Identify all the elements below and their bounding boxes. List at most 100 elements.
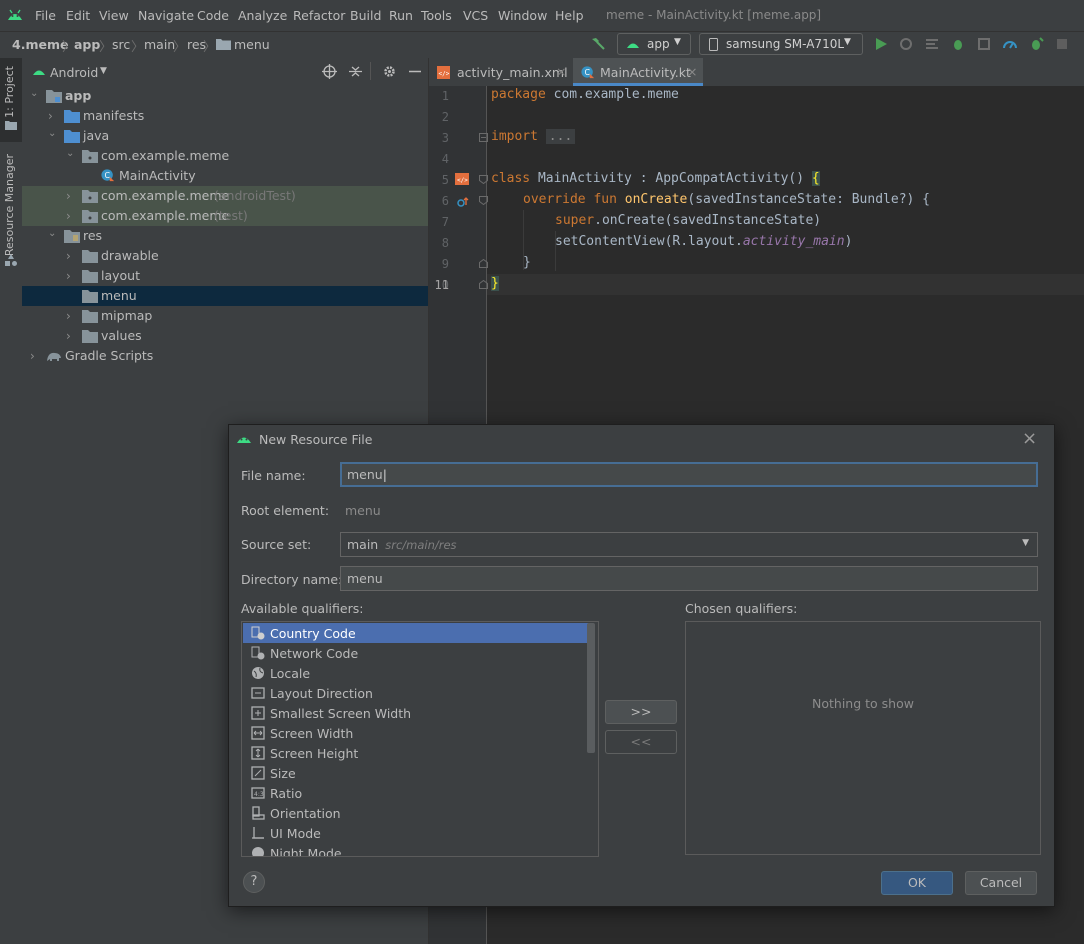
collapse-all-icon[interactable] (348, 64, 363, 79)
locate-target-icon[interactable] (322, 64, 337, 79)
menu-view[interactable]: View (99, 8, 129, 23)
gear-icon[interactable] (382, 64, 397, 79)
tree-item-app[interactable]: ⌄ app (22, 86, 428, 106)
qualifier-locale[interactable]: Locale (243, 663, 589, 683)
tree-item-res[interactable]: ⌄ res (22, 226, 428, 246)
menu-edit[interactable]: Edit (66, 8, 90, 23)
tree-item-package-test[interactable]: › com.example.meme (test) (22, 206, 428, 226)
tree-item-package-androidtest[interactable]: › com.example.meme (androidTest) (22, 186, 428, 206)
menu-build[interactable]: Build (350, 8, 381, 23)
qualifier-size[interactable]: Size (243, 763, 589, 783)
tree-item-mipmap[interactable]: › mipmap (22, 306, 428, 326)
tree-item-layout[interactable]: › layout (22, 266, 428, 286)
tree-item-mainactivity[interactable]: C MainActivity (22, 166, 428, 186)
qualifier-network-code[interactable]: Network Code (243, 643, 589, 663)
qualifier-ratio[interactable]: 4:3 Ratio (243, 783, 589, 803)
folded-imports[interactable]: ... (545, 129, 576, 144)
menu-tools[interactable]: Tools (421, 8, 452, 23)
tree-item-gradle-scripts[interactable]: › Gradle Scripts (22, 346, 428, 366)
tree-item-drawable[interactable]: › drawable (22, 246, 428, 266)
fold-icon[interactable] (479, 196, 488, 205)
menu-code[interactable]: Code (197, 8, 229, 23)
fold-icon[interactable] (479, 259, 488, 268)
layout-gutter-icon[interactable]: </> (455, 173, 469, 185)
menu-file[interactable]: File (35, 8, 56, 23)
help-button[interactable]: ? (243, 871, 265, 893)
apply-changes-icon[interactable] (898, 36, 914, 52)
menu-refactor[interactable]: Refactor (293, 8, 345, 23)
tree-item-manifests[interactable]: › manifests (22, 106, 428, 126)
menu-vcs[interactable]: VCS (463, 8, 488, 23)
line-number: 9 (441, 257, 449, 271)
profiler-icon[interactable] (1002, 36, 1018, 52)
stop-icon[interactable] (1054, 36, 1070, 52)
run-config-select[interactable]: app ▼ (617, 33, 691, 55)
close-icon[interactable]: × (687, 64, 697, 79)
menu-run[interactable]: Run (389, 8, 413, 23)
fold-icon[interactable] (479, 280, 488, 289)
apply-code-changes-icon[interactable] (924, 36, 940, 52)
tab-activity-main-xml[interactable]: </> activity_main.xml × (429, 58, 573, 86)
qualifier-ui-mode[interactable]: UI Mode (243, 823, 589, 843)
chevron-right-icon[interactable]: › (66, 329, 76, 343)
menu-help[interactable]: Help (555, 8, 584, 23)
chevron-right-icon[interactable]: › (66, 309, 76, 323)
fold-icon[interactable] (479, 133, 488, 142)
ok-button[interactable]: OK (881, 871, 953, 895)
tree-item-values[interactable]: › values (22, 326, 428, 346)
tab-mainactivity-kt[interactable]: C MainActivity.kt × (573, 58, 703, 86)
breadcrumb-src[interactable]: src (112, 37, 130, 52)
menu-navigate[interactable]: Navigate (138, 8, 194, 23)
close-icon[interactable]: × (556, 64, 566, 79)
chevron-down-icon[interactable]: ▼ (100, 66, 107, 76)
close-icon[interactable]: × (1022, 428, 1037, 449)
device-select[interactable]: samsung SM-A710L ▼ (699, 33, 863, 55)
minimize-icon[interactable] (408, 64, 422, 79)
qualifier-smallest-screen-width[interactable]: Smallest Screen Width (243, 703, 589, 723)
directory-name-field[interactable]: menu (340, 566, 1038, 591)
remove-qualifier-button[interactable]: << (605, 730, 677, 754)
chevron-right-icon[interactable]: › (66, 209, 76, 223)
qualifier-screen-height[interactable]: Screen Height (243, 743, 589, 763)
chevron-right-icon[interactable]: › (66, 269, 76, 283)
chevron-down-icon[interactable]: ⌄ (30, 88, 40, 100)
list-scrollbar[interactable] (587, 623, 595, 753)
breadcrumb-menu[interactable]: menu (234, 37, 270, 52)
qualifier-screen-width[interactable]: Screen Width (243, 723, 589, 743)
add-qualifier-button[interactable]: >> (605, 700, 677, 724)
tree-item-package[interactable]: ⌄ com.example.meme (22, 146, 428, 166)
resource-manager-tool-tab[interactable]: Resource Manager (0, 150, 22, 270)
fold-icon[interactable] (479, 175, 488, 184)
coverage-icon[interactable] (976, 36, 992, 52)
cancel-button[interactable]: Cancel (965, 871, 1037, 895)
menu-analyze[interactable]: Analyze (238, 8, 287, 23)
breadcrumb-project[interactable]: 4.meme (12, 37, 68, 52)
menu-window[interactable]: Window (498, 8, 547, 23)
chevron-down-icon[interactable]: ⌄ (48, 128, 58, 140)
qualifier-country-code[interactable]: Country Code (243, 623, 589, 643)
breadcrumb-main[interactable]: main (144, 37, 175, 52)
chosen-qualifiers-list[interactable]: Nothing to show (685, 621, 1041, 855)
chevron-down-icon[interactable]: ⌄ (48, 228, 58, 240)
chevron-right-icon[interactable]: › (30, 349, 40, 363)
run-icon[interactable] (873, 36, 889, 52)
file-name-field[interactable]: menu| (340, 462, 1038, 487)
breadcrumb-app[interactable]: app (74, 37, 100, 52)
view-mode-label[interactable]: Android (50, 65, 98, 80)
chevron-right-icon[interactable]: › (66, 249, 76, 263)
attach-debugger-icon[interactable] (1028, 36, 1044, 52)
hammer-build-icon[interactable] (590, 36, 606, 52)
available-qualifiers-list[interactable]: Country Code Network Code Locale Layout … (241, 621, 599, 857)
project-tool-tab[interactable]: 1: Project (0, 58, 22, 142)
chevron-right-icon[interactable]: › (66, 189, 76, 203)
tree-item-java[interactable]: ⌄ java (22, 126, 428, 146)
source-set-select[interactable]: main src/main/res ▼ (340, 532, 1038, 557)
qualifier-layout-direction[interactable]: Layout Direction (243, 683, 589, 703)
tree-item-menu-selected[interactable]: menu (22, 286, 428, 306)
debug-icon[interactable] (950, 36, 966, 52)
override-marker-icon[interactable] (457, 196, 469, 208)
qualifier-orientation[interactable]: Orientation (243, 803, 589, 823)
qualifier-night-mode[interactable]: Night Mode (243, 843, 589, 856)
chevron-down-icon[interactable]: ⌄ (66, 148, 76, 160)
chevron-right-icon[interactable]: › (48, 109, 58, 123)
